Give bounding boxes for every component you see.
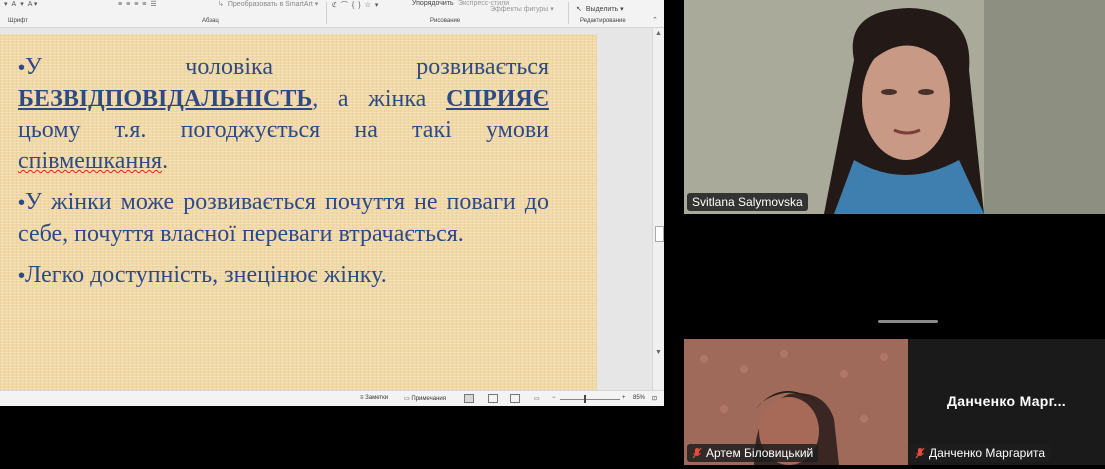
- ribbon-separator: [568, 2, 569, 24]
- smartart-button[interactable]: ↳ Преобразовать в SmartArt ▾: [218, 0, 318, 14]
- emphasis-promotes: СПРИЯЄ: [446, 86, 549, 112]
- shapes-gallery[interactable]: ℭ ⌒{} ☆ ▾: [332, 0, 382, 14]
- mic-muted-icon: [692, 447, 702, 459]
- select-button[interactable]: ↖ Выделить ▾: [576, 5, 624, 19]
- bullet-3: •Легко доступність, знецінює жінку.: [18, 262, 387, 288]
- ribbon: ▾ A ▾ A ▾ ≡ ≡ ≡ ≡ ☰ ↳ Преобразовать в SmartArt ▾…: [0, 0, 664, 28]
- normal-view-icon[interactable]: [464, 394, 474, 403]
- slide-sorter-icon[interactable]: [488, 394, 498, 403]
- shared-screen-powerpoint: ▾ A ▾ A ▾ ≡ ≡ ≡ ≡ ☰ ↳ Преобразовать в SmartArt ▾…: [0, 0, 664, 406]
- zoom-out-icon[interactable]: −: [552, 395, 556, 401]
- paragraph-align-controls[interactable]: ≡ ≡ ≡ ≡ ☰: [118, 0, 161, 14]
- slide-text-box[interactable]: •У чоловіка розвивається БЕЗВІДПОВІДАЛЬН…: [18, 52, 549, 302]
- video-tile-speaker[interactable]: Svitlana Salymovska: [684, 0, 1105, 214]
- status-bar: ≡ Заметки ▭ Примечания ▭ − + 85% ⊡: [0, 390, 664, 406]
- zoom-in-icon[interactable]: +: [622, 395, 626, 401]
- emphasis-irresponsibility: БЕЗВІДПОВІДАЛЬНІСТЬ: [18, 86, 313, 112]
- group-editing-label: Редактирование: [580, 18, 626, 24]
- vertical-scrollbar[interactable]: ▲ ▼: [652, 28, 664, 390]
- font-controls[interactable]: ▾ A ▾ A ▾: [4, 0, 41, 14]
- participant-name-label: Данченко Маргарита: [910, 444, 1051, 462]
- slide-editor: •У чоловіка розвивається БЕЗВІДПОВІДАЛЬН…: [0, 28, 652, 406]
- spellcheck-word: співмешкання: [18, 148, 163, 174]
- gallery-resize-handle[interactable]: [878, 320, 938, 323]
- group-paragraph-label: Абзац: [202, 18, 219, 24]
- cursor-icon: ↖: [576, 6, 582, 13]
- speaker-video-feed: [684, 0, 1105, 214]
- group-font-label: Шрифт: [8, 18, 28, 24]
- comments-button[interactable]: ▭ Примечания: [404, 395, 446, 402]
- bullet-dot: •: [18, 57, 26, 79]
- zoom-slider[interactable]: [560, 399, 620, 400]
- slideshow-icon[interactable]: ▭: [534, 395, 540, 402]
- video-tile-participant[interactable]: Артем Біловицький: [684, 339, 908, 465]
- zoom-level[interactable]: 85%: [633, 395, 645, 401]
- participant-display-name: Данченко Марг...: [947, 393, 1066, 409]
- fit-to-window-icon[interactable]: ⊡: [652, 395, 657, 402]
- mic-muted-icon: [915, 447, 925, 459]
- scroll-down-icon[interactable]: ▼: [655, 349, 662, 356]
- ribbon-separator: [326, 2, 327, 24]
- scrollbar-thumb[interactable]: [655, 226, 664, 242]
- bullet-dot: •: [18, 192, 26, 214]
- group-drawing-label: Рисование: [430, 18, 461, 24]
- participant-name-label: Артем Біловицький: [687, 444, 819, 462]
- video-tile-participant-camera-off[interactable]: Данченко Марг... Данченко Маргарита: [908, 339, 1105, 465]
- shape-effects-button[interactable]: Эффекты фигуры ▾: [490, 5, 554, 19]
- notes-button[interactable]: ≡ Заметки: [360, 395, 388, 401]
- bullet-dot: •: [18, 265, 26, 287]
- slide-canvas[interactable]: •У чоловіка розвивається БЕЗВІДПОВІДАЛЬН…: [0, 34, 597, 406]
- scroll-up-icon[interactable]: ▲: [655, 30, 662, 37]
- arrange-button[interactable]: Упорядочить: [412, 0, 454, 14]
- zoom-slider-thumb[interactable]: [584, 395, 586, 403]
- participant-name-label: Svitlana Salymovska: [687, 193, 808, 211]
- bullet-2: •У жінки може розвивається почуття не по…: [18, 189, 549, 247]
- reading-view-icon[interactable]: [510, 394, 520, 403]
- bullet-1: •У чоловіка розвивається БЕЗВІДПОВІДАЛЬН…: [18, 54, 549, 174]
